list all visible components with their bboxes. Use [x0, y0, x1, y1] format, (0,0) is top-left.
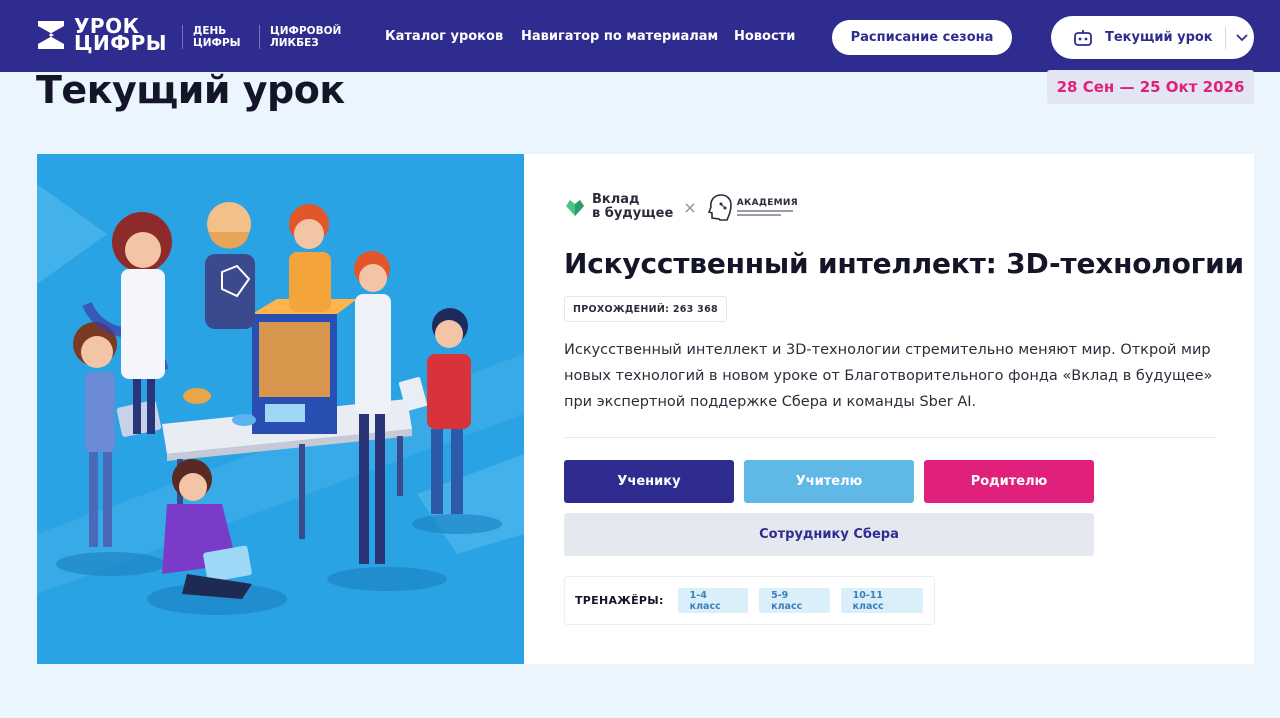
- academy-logo-subtext: [736, 210, 795, 216]
- academy-head-icon: [707, 194, 732, 221]
- academy-logo-text: АКАДЕМИЯ: [736, 198, 798, 208]
- passes-count-badge: ПРОХОЖДЕНИЙ: 263 368: [564, 296, 727, 322]
- trainers-label: ТРЕНАЖЁРЫ:: [575, 594, 664, 607]
- student-button[interactable]: Ученику: [564, 460, 734, 503]
- nav-catalog[interactable]: Каталог уроков: [385, 29, 503, 44]
- lesson-description: Искусственный интеллект и 3D-технологии …: [564, 342, 1213, 410]
- lesson-title: Искусственный интеллект: 3D-технологии: [564, 247, 1244, 280]
- partners-separator: ×: [683, 197, 697, 217]
- current-lesson-card: Вклад в будущее × АКАДЕМИЯ Искусственный…: [37, 154, 1254, 664]
- top-navigation-bar: УРОК ЦИФРЫ ДЕНЬ ЦИФРЫ ЦИФРОВОЙ ЛИКБЕЗ Ка…: [0, 0, 1280, 72]
- season-schedule-button[interactable]: Расписание сезона: [832, 20, 1012, 55]
- nav-materials-navigator[interactable]: Навигатор по материалам: [521, 29, 718, 44]
- logo-mark-icon: [38, 21, 64, 49]
- partners-logos: Вклад в будущее × АКАДЕМИЯ: [564, 193, 798, 221]
- den-cifry-link[interactable]: ДЕНЬ ЦИФРЫ: [182, 25, 241, 49]
- sber-employee-button[interactable]: Сотруднику Сбера: [564, 513, 1094, 556]
- chevron-down-icon[interactable]: [1236, 33, 1248, 42]
- current-lesson-dropdown[interactable]: Текущий урок: [1051, 16, 1254, 59]
- logo-line-2: ЦИФРЫ: [74, 31, 168, 55]
- urok-cifry-logo[interactable]: УРОК ЦИФРЫ: [36, 16, 168, 55]
- teacher-button[interactable]: Учителю: [744, 460, 914, 503]
- vklad-heart-icon: [566, 200, 584, 216]
- divider: [564, 437, 1216, 438]
- academy-logo: АКАДЕМИЯ: [736, 198, 798, 216]
- robot-icon: [1074, 29, 1092, 46]
- lesson-illustration: [37, 154, 524, 664]
- grade-chip-10-11[interactable]: 10-11 класс: [840, 588, 923, 613]
- kids-3d-printer-illustration: [37, 184, 524, 615]
- current-lesson-label: Текущий урок: [1105, 30, 1213, 45]
- dropdown-separator: [1224, 26, 1226, 49]
- season-dates-badge: 28 Сен — 25 Окт 2026: [1047, 70, 1254, 104]
- vklad-logo-text: Вклад в будущее: [592, 192, 674, 221]
- trainers-panel: ТРЕНАЖЁРЫ: 1-4 класс 5-9 класс 10-11 кла…: [564, 576, 935, 625]
- grade-chip-1-4[interactable]: 1-4 класс: [677, 588, 749, 613]
- parent-button[interactable]: Родителю: [924, 460, 1094, 503]
- cifrovoy-likbez-link[interactable]: ЦИФРОВОЙ ЛИКБЕЗ: [259, 25, 341, 49]
- nav-news[interactable]: Новости: [734, 29, 795, 44]
- grade-chip-5-9[interactable]: 5-9 класс: [759, 588, 830, 613]
- lesson-info: Вклад в будущее × АКАДЕМИЯ Искусственный…: [564, 154, 1254, 664]
- page-title: Текущий урок: [36, 68, 345, 112]
